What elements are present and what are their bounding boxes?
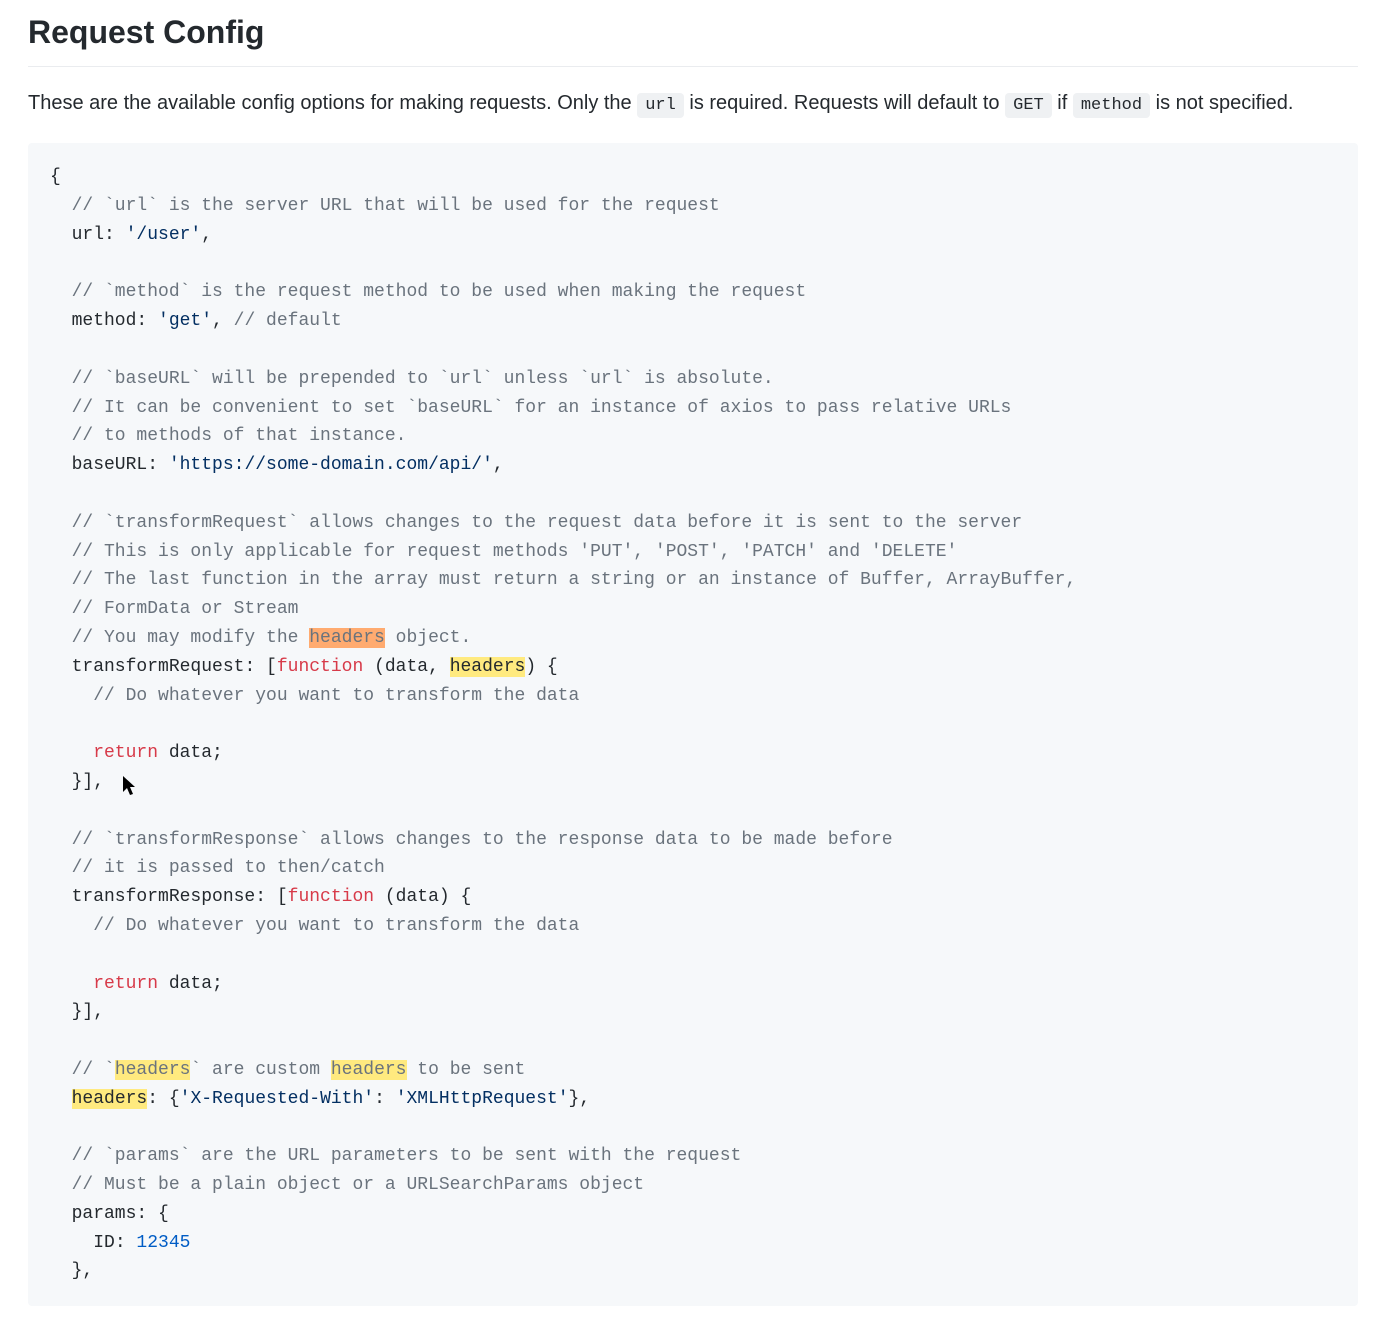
- code-comment: // Do whatever you want to transform the…: [50, 916, 579, 936]
- intro-paragraph: These are the available config options f…: [28, 87, 1358, 119]
- code-number: 12345: [136, 1233, 190, 1253]
- code-punct: },: [569, 1089, 591, 1109]
- code-punct: ,: [201, 225, 212, 245]
- intro-text-4: is not specified.: [1150, 92, 1293, 114]
- code-comment: // `baseURL` will be prepended to `url` …: [50, 369, 774, 389]
- code-line: }],: [50, 1002, 104, 1022]
- code-line: },: [50, 1261, 93, 1281]
- code-indent: [50, 1089, 72, 1109]
- code-punct: : {: [147, 1089, 179, 1109]
- code-punct: (data) {: [374, 887, 471, 907]
- code-keyword: function: [277, 657, 363, 677]
- code-comment: // Must be a plain object or a URLSearch…: [50, 1175, 644, 1195]
- code-comment: // This is only applicable for request m…: [50, 542, 957, 562]
- code-punct: : [: [255, 887, 287, 907]
- code-comment: // it is passed to then/catch: [50, 858, 385, 878]
- highlight-yellow: headers: [331, 1060, 407, 1080]
- code-key: transformRequest: [50, 657, 244, 677]
- code-punct: (data,: [363, 657, 449, 677]
- code-block: { // `url` is the server URL that will b…: [28, 143, 1358, 1306]
- code-comment: // `params` are the URL parameters to be…: [50, 1146, 741, 1166]
- code-key: ID: [50, 1233, 115, 1253]
- code-line: }],: [50, 772, 104, 792]
- code-comment: // `method` is the request method to be …: [50, 282, 806, 302]
- code-block-wrapper: { // `url` is the server URL that will b…: [28, 143, 1358, 1306]
- code-keyword: return: [50, 974, 158, 994]
- code-punct: ,: [212, 311, 234, 331]
- code-comment: // `headers` are custom headers to be se…: [50, 1060, 525, 1080]
- code-punct: : [: [244, 657, 276, 677]
- code-string: 'get': [158, 311, 212, 331]
- code-comment: // Do whatever you want to transform the…: [50, 686, 579, 706]
- highlight-orange: headers: [309, 628, 385, 648]
- code-comment: // `transformResponse` allows changes to…: [50, 830, 893, 850]
- intro-text-3: if: [1052, 92, 1073, 114]
- code-key: baseURL: [50, 455, 147, 475]
- highlight-yellow: headers: [72, 1089, 148, 1109]
- code-punct: :: [147, 455, 169, 475]
- intro-text-1: These are the available config options f…: [28, 92, 637, 114]
- inline-code-url: url: [637, 93, 684, 118]
- code-comment: // `transformRequest` allows changes to …: [50, 513, 1022, 533]
- code-comment: // The last function in the array must r…: [50, 570, 1076, 590]
- inline-code-method: method: [1073, 93, 1150, 118]
- code-string: '/user': [126, 225, 202, 245]
- code-punct: :: [136, 311, 158, 331]
- code-punct: ,: [493, 455, 504, 475]
- code-keyword: function: [288, 887, 374, 907]
- code-key: transformResponse: [50, 887, 255, 907]
- code-key: params: [50, 1204, 136, 1224]
- code-string: 'https://some-domain.com/api/': [169, 455, 493, 475]
- code-text: data;: [158, 974, 223, 994]
- highlight-yellow: headers: [450, 657, 526, 677]
- inline-code-get: GET: [1005, 93, 1052, 118]
- code-key: url: [50, 225, 104, 245]
- code-punct: :: [104, 225, 126, 245]
- code-comment: // `url` is the server URL that will be …: [50, 196, 720, 216]
- code-comment: // default: [234, 311, 342, 331]
- code-punct: :: [374, 1089, 396, 1109]
- highlight-yellow: headers: [115, 1060, 191, 1080]
- code-text: data;: [158, 743, 223, 763]
- intro-text-2: is required. Requests will default to: [684, 92, 1005, 114]
- code-key: method: [50, 311, 136, 331]
- code-punct: : {: [136, 1204, 168, 1224]
- page-title: Request Config: [28, 8, 1358, 67]
- code-comment: // You may modify the headers object.: [50, 628, 471, 648]
- code-keyword: return: [50, 743, 158, 763]
- code-line: {: [50, 167, 61, 187]
- code-comment: // FormData or Stream: [50, 599, 298, 619]
- code-punct: ) {: [525, 657, 557, 677]
- code-comment: // It can be convenient to set `baseURL`…: [50, 398, 1011, 418]
- code-string: 'X-Requested-With': [180, 1089, 374, 1109]
- code-comment: // to methods of that instance.: [50, 426, 406, 446]
- code-string: 'XMLHttpRequest': [396, 1089, 569, 1109]
- cursor-icon: [123, 775, 137, 795]
- code-punct: :: [115, 1233, 137, 1253]
